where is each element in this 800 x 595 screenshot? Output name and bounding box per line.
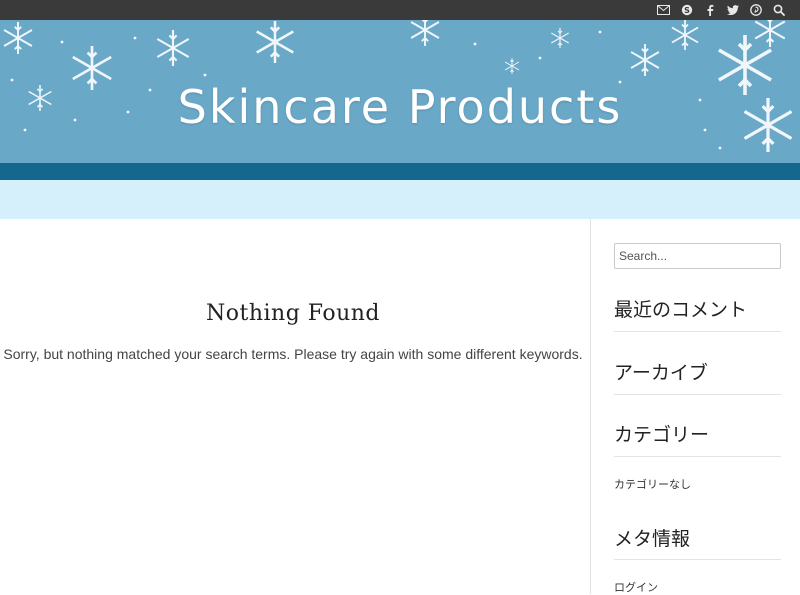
meta-item-login[interactable]: ログイン (614, 579, 658, 595)
envelope-icon[interactable] (656, 2, 671, 17)
site-title[interactable]: Skincare Products (0, 80, 800, 134)
svg-text:S: S (684, 6, 690, 15)
nothing-found-heading: Nothing Found (205, 301, 380, 326)
meta-widget-title: メタ情報 (614, 528, 691, 550)
top-bar: S (0, 0, 800, 20)
widget-divider (614, 394, 781, 395)
categories-widget-title: カテゴリー (614, 424, 710, 446)
social-icons: S (656, 2, 786, 17)
recent-comments-widget-title: 最近のコメント (614, 299, 748, 321)
search-input[interactable] (614, 243, 781, 269)
pinterest-icon[interactable] (748, 2, 763, 17)
primary-nav-bar (0, 163, 800, 180)
nothing-found-message: Sorry, but nothing matched your search t… (3, 346, 583, 362)
facebook-icon[interactable] (702, 2, 717, 17)
category-item-uncategorized[interactable]: カテゴリーなし (614, 476, 691, 492)
archives-widget-title: アーカイブ (614, 362, 708, 384)
header-banner: Skincare Products (0, 20, 800, 163)
widget-divider (614, 559, 781, 560)
main-content: Nothing Found Sorry, but nothing matched… (0, 219, 590, 594)
widget-divider (614, 456, 781, 457)
search-icon[interactable] (771, 2, 786, 17)
sidebar: 最近のコメント アーカイブ カテゴリー カテゴリーなし メタ情報 ログイン (614, 219, 781, 594)
widget-divider (614, 331, 781, 332)
twitter-icon[interactable] (725, 2, 740, 17)
skype-icon[interactable]: S (679, 2, 694, 17)
secondary-nav-bar (0, 180, 800, 219)
sidebar-divider (590, 219, 591, 594)
